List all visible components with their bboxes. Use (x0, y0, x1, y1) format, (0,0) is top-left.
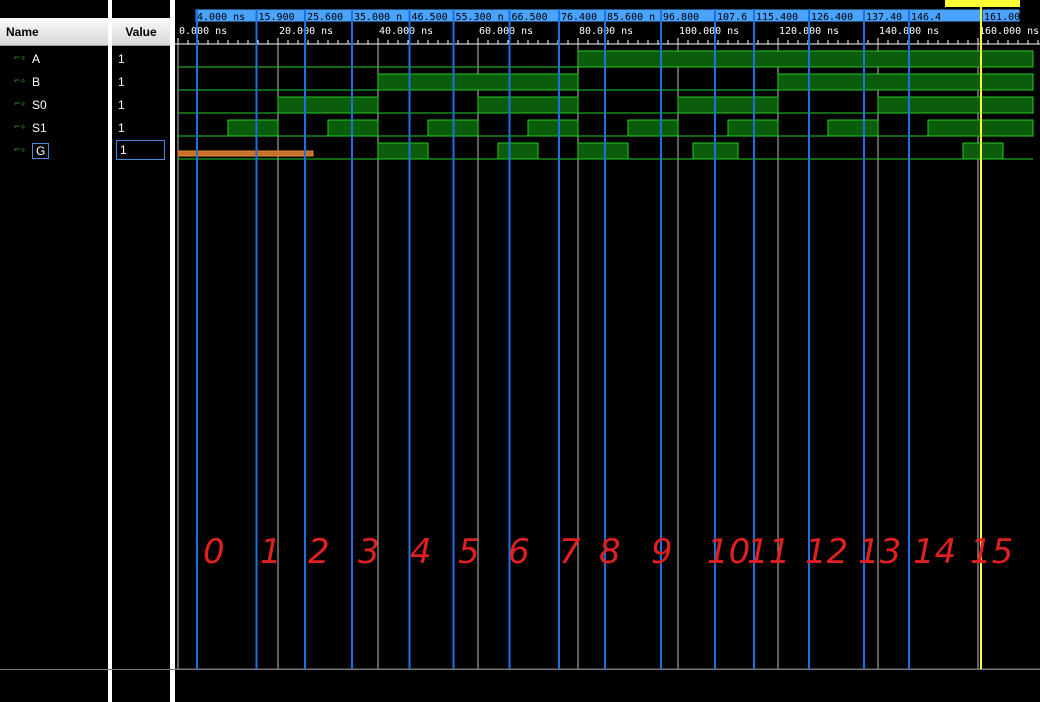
signal-icon: ⌐∘ (14, 76, 27, 87)
wave-high (877, 96, 1034, 114)
wave-high (827, 119, 879, 137)
signal-name: A (32, 51, 41, 66)
signal-value: 1 (118, 120, 125, 135)
annotation-label: 2 (308, 532, 330, 572)
annotation-label: 8 (599, 532, 621, 572)
annotation-label: 6 (508, 532, 530, 572)
wave-high (777, 73, 1034, 91)
annotation-label: 12 (805, 532, 848, 572)
signal-name-selected: G (32, 142, 50, 159)
wave-high (577, 142, 629, 160)
ruler-label: 60.000 ns (479, 26, 533, 37)
cursor-time-label: 15.900 (259, 12, 295, 23)
signal-icon: ⌐∘ (14, 99, 27, 110)
cursor-time-label: 25.600 (307, 12, 343, 23)
cursor-time-label: 107.6 (717, 12, 747, 23)
ruler-label: 0.000 ns (179, 26, 227, 37)
wave-high (377, 73, 579, 91)
cursor-time-label: 35.000 n (354, 12, 402, 23)
cursor-time-label: 126.400 (811, 12, 853, 23)
signal-row-g[interactable]: ⌐∘ G (0, 139, 50, 162)
wave-g-undefined (177, 150, 314, 157)
wave-high (527, 119, 579, 137)
annotation-label: 3 (358, 532, 380, 572)
cursor-time-label: 96.800 (663, 12, 699, 23)
cursor-time-label: 4.000 ns (197, 12, 245, 23)
annotation-label: 5 (458, 532, 480, 572)
cursor-time-label: 66.500 (512, 12, 548, 23)
signal-icon: ⌐∘ (14, 53, 27, 64)
signal-icon: ⌐∘ (14, 122, 27, 133)
signal-icon: ⌐∘ (14, 145, 27, 156)
wave-high (377, 142, 429, 160)
cursor-time-label: 161.000 ns (984, 12, 1040, 23)
value-header[interactable]: Value (112, 18, 170, 46)
signal-row-s0[interactable]: ⌐∘ S0 (0, 93, 47, 116)
wave-high (227, 119, 279, 137)
annotation-label: 10 (707, 532, 750, 572)
signal-name: B (32, 74, 41, 89)
wave-high (962, 142, 1004, 160)
cursor-time-label: 137.40 (866, 12, 902, 23)
cursor-time-label: 55.300 n (456, 12, 504, 23)
annotation-label: 14 (913, 532, 956, 572)
cursor-time-label: 115.400 (756, 12, 798, 23)
annotation-label: 11 (747, 532, 790, 572)
annotation-label: 13 (858, 532, 901, 572)
signal-row-s1[interactable]: ⌐∘ S1 (0, 116, 47, 139)
ruler-label: 160.000 ns (979, 26, 1039, 37)
annotation-label: 7 (559, 532, 581, 572)
wave-high (477, 96, 579, 114)
cursor-time-label: 76.400 (561, 12, 597, 23)
cursor-time-label: 146.4 (911, 12, 941, 23)
active-cursor-marker (945, 0, 1020, 7)
ruler-label: 80.000 ns (579, 26, 633, 37)
signal-value: 1 (118, 74, 125, 89)
wave-high (497, 142, 539, 160)
wave-high (577, 50, 1034, 68)
name-header[interactable]: Name (0, 18, 108, 46)
signal-value-selected[interactable]: 1 (116, 140, 165, 160)
signal-row-a[interactable]: ⌐∘ A (0, 47, 40, 70)
annotation-label: 9 (651, 532, 673, 572)
annotation-label: 0 (203, 532, 225, 572)
ruler-label: 20.000 ns (279, 26, 333, 37)
signal-row-b[interactable]: ⌐∘ B (0, 70, 40, 93)
waveform-canvas[interactable]: 4.000 ns 15.900 25.600 35.000 n 46.500 55.300… (175, 0, 1040, 702)
ruler-label: 100.000 ns (679, 26, 739, 37)
ruler-label: 40.000 ns (379, 26, 433, 37)
signal-name: S0 (32, 97, 47, 112)
wave-high (627, 119, 679, 137)
annotation-label: 1 (260, 532, 282, 572)
wave-high (277, 96, 379, 114)
annotation-label: 4 (410, 532, 432, 572)
signal-name: S1 (32, 120, 47, 135)
wave-high (677, 96, 779, 114)
cursor-time-label: 46.500 (412, 12, 448, 23)
signal-value: 1 (118, 51, 125, 66)
annotation-label: 15 (970, 532, 1013, 572)
signal-value: 1 (118, 97, 125, 112)
cursor-time-label: 85.600 n (607, 12, 655, 23)
